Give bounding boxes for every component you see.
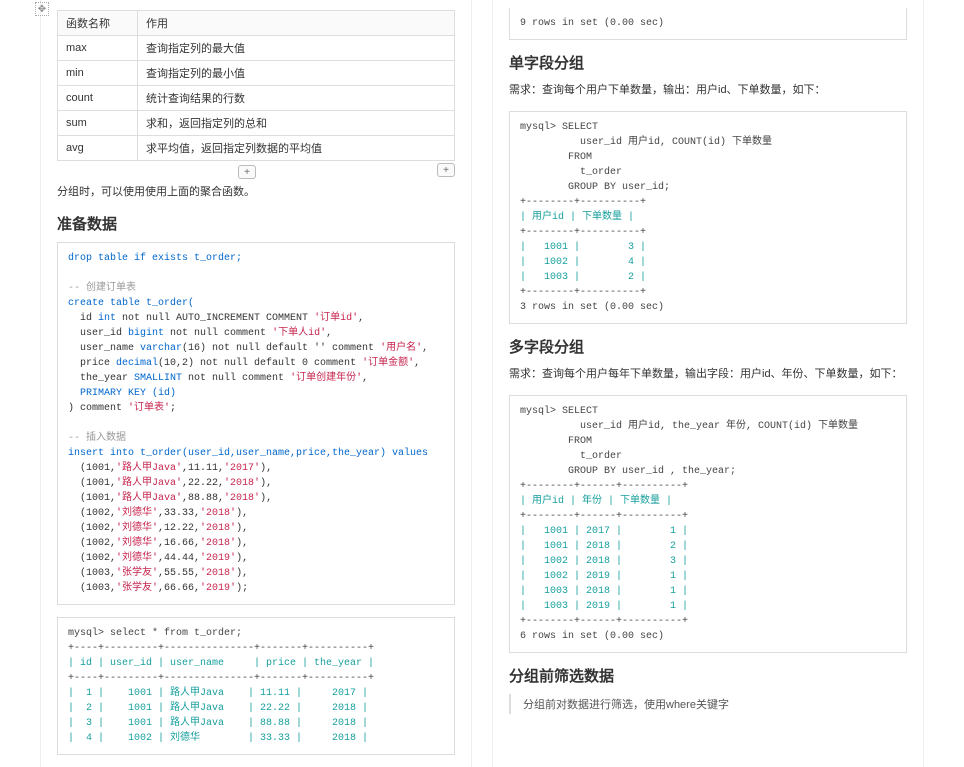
quote-filter: 分组前对数据进行筛选，使用where关键字 <box>509 694 907 714</box>
table-row: min查询指定列的最小值 <box>58 61 455 86</box>
heading-multi-field-group: 多字段分组 <box>509 336 907 357</box>
heading-filter-before-group: 分组前筛选数据 <box>509 665 907 686</box>
heading-prepare-data: 准备数据 <box>57 213 455 234</box>
page-left: ✥ 函数名称 作用 max查询指定列的最大值 min查询指定列的最小值 coun… <box>40 0 472 767</box>
code-prepare-data: drop table if exists t_order; -- 创建订单表 c… <box>57 242 455 605</box>
table-row: avg求平均值，返回指定列数据的平均值 <box>58 136 455 161</box>
desc-single: 需求：查询每个用户下单数量，输出：用户id、下单数量，如下： <box>509 81 907 97</box>
desc-multi: 需求：查询每个用户每年下单数量，输出字段：用户id、年份、下单数量，如下： <box>509 365 907 381</box>
sql-output-multi-group: mysql> SELECT user_id 用户id, the_year 年份,… <box>509 395 907 653</box>
add-row-button-side[interactable]: + <box>437 163 455 177</box>
aggregate-functions-table: 函数名称 作用 max查询指定列的最大值 min查询指定列的最小值 count统… <box>57 10 455 161</box>
table-row: 函数名称 作用 <box>58 11 455 36</box>
sql-output-tail: 9 rows in set (0.00 sec) <box>509 8 907 40</box>
table-row: sum求和，返回指定列的总和 <box>58 111 455 136</box>
sql-output-select-all: mysql> select * from t_order; +----+----… <box>57 617 455 755</box>
drag-handle-icon[interactable]: ✥ <box>35 2 49 16</box>
note-after-table: 分组时，可以使用使用上面的聚合函数。 <box>57 183 455 199</box>
add-row-button[interactable]: + <box>238 165 256 179</box>
table-row: count统计查询结果的行数 <box>58 86 455 111</box>
page-right: 9 rows in set (0.00 sec) 单字段分组 需求：查询每个用户… <box>492 0 924 767</box>
table-row: max查询指定列的最大值 <box>58 36 455 61</box>
heading-single-field-group: 单字段分组 <box>509 52 907 73</box>
col-header-desc: 作用 <box>138 11 455 36</box>
sql-output-single-group: mysql> SELECT user_id 用户id, COUNT(id) 下单… <box>509 111 907 324</box>
col-header-name: 函数名称 <box>58 11 138 36</box>
